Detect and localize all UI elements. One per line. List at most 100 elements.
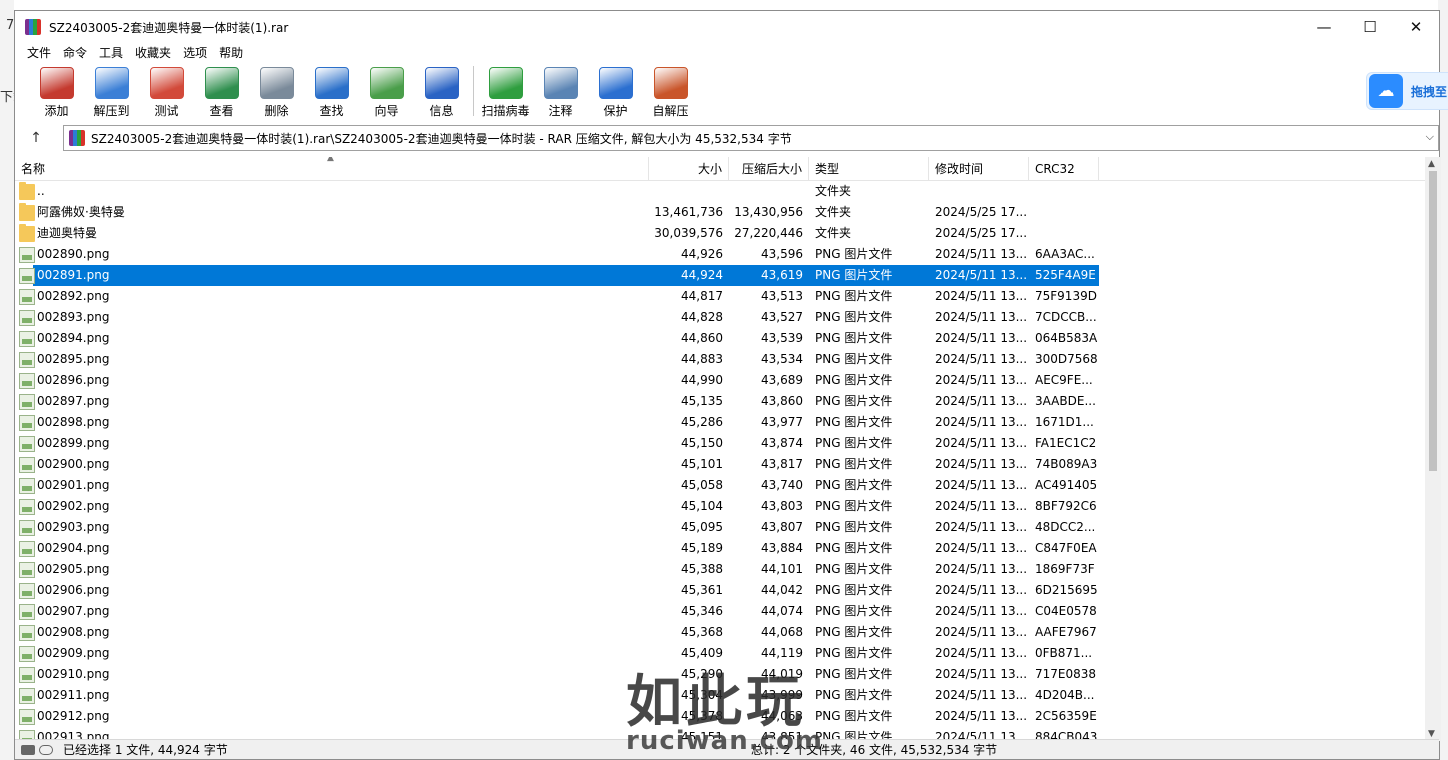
file-crc-cell: FA1EC1C2: [1035, 436, 1097, 450]
file-row[interactable]: 002897.png 45,135 43,860 PNG 图片文件 2024/5/11 …: [15, 391, 1425, 412]
file-row[interactable]: 002907.png 45,346 44,074 PNG 图片文件 2024/5/11 …: [15, 601, 1425, 622]
column-header-crc32[interactable]: CRC32: [1029, 157, 1099, 181]
scrollbar-thumb[interactable]: [1429, 171, 1437, 471]
file-modified-cell: 2024/5/11 13...: [935, 625, 1028, 639]
file-row[interactable]: 002898.png 45,286 43,977 PNG 图片文件 2024/5/11 …: [15, 412, 1425, 433]
toolbar-button-2[interactable]: 测试: [139, 63, 194, 119]
key-icon[interactable]: [39, 744, 53, 755]
toolbar-button-9[interactable]: 注释: [533, 63, 588, 119]
file-row[interactable]: 002911.png 45,304 43,999 PNG 图片文件 2024/5/11 …: [15, 685, 1425, 706]
file-row[interactable]: 002909.png 45,409 44,119 PNG 图片文件 2024/5/11 …: [15, 643, 1425, 664]
file-row[interactable]: 002904.png 45,189 43,884 PNG 图片文件 2024/5/11 …: [15, 538, 1425, 559]
folder-row[interactable]: .. 文件夹: [15, 181, 1425, 202]
scroll-down-icon[interactable]: ▼: [1428, 729, 1435, 739]
file-type-cell: PNG 图片文件: [815, 478, 893, 492]
file-type-cell: PNG 图片文件: [815, 583, 893, 597]
menu-item-1[interactable]: 命令: [57, 43, 93, 63]
file-modified-cell: 2024/5/11 13...: [935, 394, 1028, 408]
file-modified-cell: 2024/5/11 13...: [935, 457, 1028, 471]
rar-archive-icon: [69, 130, 85, 146]
toolbar-button-1[interactable]: 解压到: [84, 63, 139, 119]
wizard-icon: [369, 67, 404, 99]
toolbar-button-3[interactable]: 查看: [194, 63, 249, 119]
chevron-down-icon[interactable]: ⌵: [1426, 130, 1434, 144]
toolbar-button-8[interactable]: 扫描病毒: [478, 63, 533, 119]
test-icon: [149, 67, 184, 99]
file-modified-cell: 2024/5/11 13...: [935, 709, 1028, 723]
file-row[interactable]: 002908.png 45,368 44,068 PNG 图片文件 2024/5/11 …: [15, 622, 1425, 643]
menu-item-3[interactable]: 收藏夹: [129, 43, 177, 63]
menu-item-2[interactable]: 工具: [93, 43, 129, 63]
drive-icon[interactable]: [21, 744, 35, 755]
file-row[interactable]: 002899.png 45,150 43,874 PNG 图片文件 2024/5/11 …: [15, 433, 1425, 454]
up-folder-button[interactable]: ↑: [15, 125, 57, 151]
file-modified-cell: 2024/5/11 13...: [935, 247, 1028, 261]
file-row[interactable]: 002902.png 45,104 43,803 PNG 图片文件 2024/5/11 …: [15, 496, 1425, 517]
address-bar: ↑ SZ2403005-2套迪迦奥特曼一体时装(1).rar\SZ2403005…: [15, 125, 1439, 151]
file-row[interactable]: 002905.png 45,388 44,101 PNG 图片文件 2024/5/11 …: [15, 559, 1425, 580]
file-size-cell: 44,926: [681, 247, 723, 261]
close-button[interactable]: ✕: [1393, 11, 1439, 43]
png-file-icon: [19, 372, 35, 389]
file-row[interactable]: 002901.png 45,058 43,740 PNG 图片文件 2024/5/11 …: [15, 475, 1425, 496]
scroll-up-icon[interactable]: ▲: [1428, 159, 1435, 169]
file-row[interactable]: 002895.png 44,883 43,534 PNG 图片文件 2024/5/11 …: [15, 349, 1425, 370]
file-modified-cell: [929, 181, 1029, 202]
toolbar-button-0[interactable]: 添加: [29, 63, 84, 119]
toolbar-label: 添加: [44, 104, 69, 118]
toolbar-button-5[interactable]: 查找: [304, 63, 359, 119]
file-size-cell: 45,378: [681, 709, 723, 723]
column-header-modified[interactable]: 修改时间: [929, 157, 1029, 181]
file-modified-cell: 2024/5/11 13...: [935, 667, 1028, 681]
file-name: 002900.png: [37, 457, 110, 471]
cloud-icon: ☁: [1369, 74, 1403, 108]
file-row[interactable]: 002912.png 45,378 44,063 PNG 图片文件 2024/5/11 …: [15, 706, 1425, 727]
column-header-size[interactable]: 大小: [649, 157, 729, 181]
png-file-icon: [19, 309, 35, 326]
file-modified-cell: 2024/5/11 13...: [935, 331, 1028, 345]
sfx-icon: [653, 67, 688, 99]
column-header-type[interactable]: 类型: [809, 157, 929, 181]
file-modified-cell: 2024/5/11 13...: [935, 646, 1028, 660]
file-packed-cell: 43,874: [761, 436, 803, 450]
menu-item-0[interactable]: 文件: [21, 43, 57, 63]
file-type-cell: PNG 图片文件: [809, 265, 929, 286]
file-crc-cell: C04E0578: [1035, 604, 1097, 618]
file-row[interactable]: 002910.png 45,290 44,019 PNG 图片文件 2024/5/11 …: [15, 664, 1425, 685]
file-type-cell: PNG 图片文件: [815, 373, 893, 387]
cloud-drag-button[interactable]: ☁ 拖拽至: [1366, 72, 1448, 110]
file-row[interactable]: 002892.png 44,817 43,513 PNG 图片文件 2024/5/11 …: [15, 286, 1425, 307]
maximize-button[interactable]: ☐: [1347, 11, 1393, 43]
file-type-cell: PNG 图片文件: [815, 604, 893, 618]
file-row[interactable]: 002900.png 45,101 43,817 PNG 图片文件 2024/5/11 …: [15, 454, 1425, 475]
column-header-packed[interactable]: 压缩后大小: [729, 157, 809, 181]
minimize-button[interactable]: —: [1301, 11, 1347, 43]
png-file-icon: [19, 246, 35, 263]
toolbar-button-10[interactable]: 保护: [588, 63, 643, 119]
png-file-icon: [19, 414, 35, 431]
file-crc-cell: AEC9FE...: [1035, 373, 1093, 387]
file-row[interactable]: 002894.png 44,860 43,539 PNG 图片文件 2024/5/11 …: [15, 328, 1425, 349]
file-packed-cell: 43,977: [761, 415, 803, 429]
file-name-cell: 002896.png: [15, 370, 649, 391]
file-row[interactable]: 002890.png 44,926 43,596 PNG 图片文件 2024/5/11 …: [15, 244, 1425, 265]
file-row[interactable]: 002896.png 44,990 43,689 PNG 图片文件 2024/5/11 …: [15, 370, 1425, 391]
vertical-scrollbar[interactable]: ▲ ▼: [1425, 157, 1441, 741]
file-row[interactable]: 002906.png 45,361 44,042 PNG 图片文件 2024/5/11 …: [15, 580, 1425, 601]
menu-item-5[interactable]: 帮助: [213, 43, 249, 63]
file-size-cell: [649, 181, 729, 202]
file-type-cell: 文件夹: [815, 226, 852, 240]
toolbar-button-4[interactable]: 删除: [249, 63, 304, 119]
file-row[interactable]: 002903.png 45,095 43,807 PNG 图片文件 2024/5/11 …: [15, 517, 1425, 538]
toolbar-button-6[interactable]: 向导: [359, 63, 414, 119]
title-bar[interactable]: SZ2403005-2套迪迦奥特曼一体时装(1).rar — ☐ ✕: [15, 11, 1439, 43]
toolbar-button-11[interactable]: 自解压: [643, 63, 698, 119]
folder-row[interactable]: 阿露佛奴·奥特曼 13,461,736 13,430,956 文件夹 2024/5/25…: [15, 202, 1425, 223]
file-modified-cell: 2024/5/11 13...: [935, 562, 1028, 576]
folder-row[interactable]: 迪迦奥特曼 30,039,576 27,220,446 文件夹 2024/5/25 17…: [15, 223, 1425, 244]
menu-item-4[interactable]: 选项: [177, 43, 213, 63]
file-row[interactable]: 002891.png 44,924 43,619 PNG 图片文件 2024/5/11 …: [15, 265, 1425, 286]
toolbar-button-7[interactable]: 信息: [414, 63, 469, 119]
file-row[interactable]: 002893.png 44,828 43,527 PNG 图片文件 2024/5/11 …: [15, 307, 1425, 328]
path-field[interactable]: SZ2403005-2套迪迦奥特曼一体时装(1).rar\SZ2403005-2…: [63, 125, 1439, 151]
